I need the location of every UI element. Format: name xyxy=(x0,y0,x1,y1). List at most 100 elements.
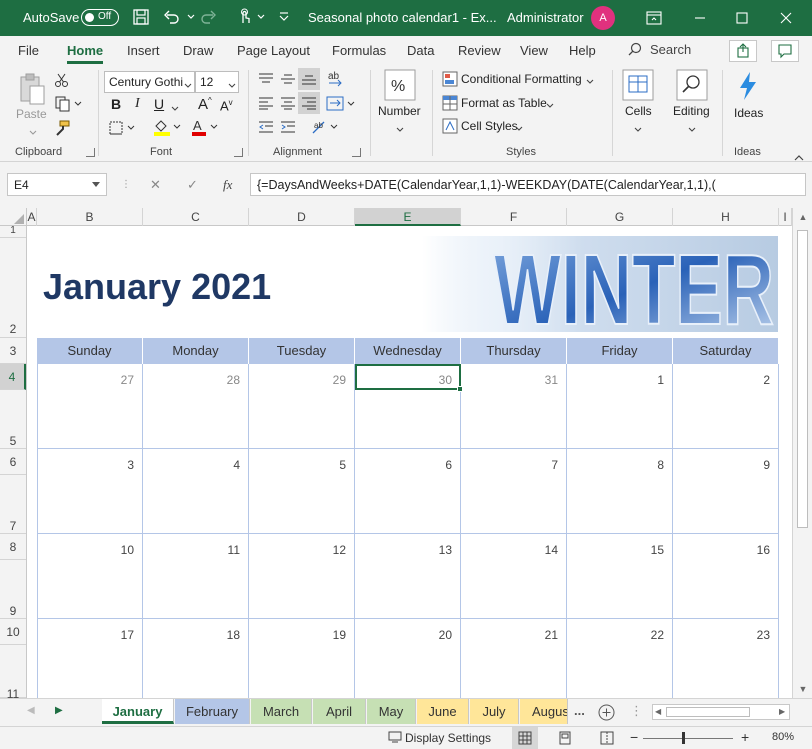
sheet-tab-august[interactable]: Augus xyxy=(520,699,568,724)
row-header[interactable]: 11 xyxy=(0,645,26,701)
autosave-toggle[interactable]: Off xyxy=(81,9,119,26)
calendar-day-cell[interactable]: 15 xyxy=(567,534,673,619)
column-header-g[interactable]: G xyxy=(567,208,673,226)
alignment-launcher-icon[interactable] xyxy=(352,148,361,157)
bottom-align-icon[interactable] xyxy=(298,68,320,90)
cell-styles-icon[interactable] xyxy=(442,118,458,137)
sheet-tab-april[interactable]: April xyxy=(313,699,366,724)
calendar-day-cell[interactable]: 17 xyxy=(37,619,143,698)
row-header[interactable]: 2 xyxy=(0,238,26,338)
close-icon[interactable] xyxy=(774,6,798,30)
row-header[interactable]: 4 xyxy=(0,364,26,390)
orientation-angle-icon[interactable]: ab xyxy=(310,118,340,139)
scroll-up-icon[interactable]: ▲ xyxy=(798,212,808,222)
avatar[interactable]: A xyxy=(591,6,615,30)
ideas-icon[interactable] xyxy=(734,70,762,105)
calendar-day-cell[interactable]: 4 xyxy=(143,449,249,534)
zoom-in-button[interactable]: + xyxy=(741,729,749,745)
calendar-day-cell[interactable]: 5 xyxy=(249,449,355,534)
display-settings-icon[interactable] xyxy=(388,730,402,747)
minimize-icon[interactable] xyxy=(688,6,712,30)
row-header[interactable]: 9 xyxy=(0,560,26,619)
bold-icon[interactable]: B xyxy=(111,96,121,112)
save-icon[interactable] xyxy=(132,8,152,28)
calendar-day-cell[interactable]: 2 xyxy=(673,364,779,449)
borders-icon[interactable] xyxy=(108,120,136,139)
calendar-day-cell[interactable]: 18 xyxy=(143,619,249,698)
customize-qat-icon[interactable] xyxy=(278,10,298,30)
page-layout-view-icon[interactable] xyxy=(558,731,572,748)
calendar-day-cell[interactable]: 14 xyxy=(461,534,567,619)
scrollbar-thumb[interactable] xyxy=(797,230,808,528)
decrease-font-icon[interactable]: Av xyxy=(220,98,233,113)
sheet-tab-may[interactable]: May xyxy=(367,699,416,724)
increase-indent-icon[interactable] xyxy=(280,120,296,137)
paste-button[interactable]: Paste xyxy=(16,107,47,121)
increase-font-icon[interactable]: A^ xyxy=(198,96,212,113)
orientation-icon[interactable]: ab xyxy=(326,70,346,91)
calendar-day-cell[interactable]: 7 xyxy=(461,449,567,534)
calendar-day-cell[interactable]: 8 xyxy=(567,449,673,534)
touch-dropdown-icon[interactable] xyxy=(256,10,276,30)
touch-mode-icon[interactable] xyxy=(236,8,256,28)
fill-handle[interactable] xyxy=(457,386,463,392)
italic-icon[interactable]: I xyxy=(135,96,140,112)
conditional-formatting-button[interactable]: Conditional Formatting xyxy=(461,72,582,86)
row-header[interactable]: 1 xyxy=(0,226,26,238)
column-header-c[interactable]: C xyxy=(143,208,249,226)
redo-icon[interactable] xyxy=(200,8,220,28)
tab-help[interactable]: Help xyxy=(569,43,596,58)
column-header-h[interactable]: H xyxy=(673,208,779,226)
row-header[interactable]: 3 xyxy=(0,338,26,364)
enter-icon[interactable]: ✓ xyxy=(187,177,198,193)
editing-icon[interactable] xyxy=(676,69,708,104)
collapse-ribbon-icon[interactable] xyxy=(794,150,804,161)
comments-button[interactable] xyxy=(771,40,799,62)
page-break-view-icon[interactable] xyxy=(600,731,614,748)
column-header-e[interactable]: E xyxy=(355,208,461,226)
wrap-text-icon[interactable] xyxy=(326,96,356,115)
editing-dropdown-icon[interactable] xyxy=(687,123,697,137)
calendar-day-cell[interactable]: 27 xyxy=(37,364,143,449)
cells-button[interactable]: Cells xyxy=(625,104,652,118)
tab-home[interactable]: Home xyxy=(67,43,104,64)
more-sheets-button[interactable]: ... xyxy=(574,703,585,718)
paste-icon[interactable] xyxy=(18,72,46,109)
tab-view[interactable]: View xyxy=(520,43,548,58)
cut-icon[interactable] xyxy=(54,72,70,91)
add-sheet-icon[interactable] xyxy=(598,704,615,724)
copy-icon[interactable] xyxy=(54,96,82,115)
tab-page-layout[interactable]: Page Layout xyxy=(237,43,310,58)
calendar-day-cell[interactable]: 16 xyxy=(673,534,779,619)
calendar-day-cell[interactable]: 20 xyxy=(355,619,461,698)
tab-draw[interactable]: Draw xyxy=(183,43,213,58)
zoom-slider-track[interactable] xyxy=(643,738,733,739)
column-header-i[interactable]: I xyxy=(779,208,792,226)
align-left-icon[interactable] xyxy=(258,96,274,113)
tab-data[interactable]: Data xyxy=(407,43,434,58)
undo-icon[interactable] xyxy=(162,8,182,28)
column-header-d[interactable]: D xyxy=(249,208,355,226)
cells-dropdown-icon[interactable] xyxy=(633,123,643,137)
zoom-slider-thumb[interactable] xyxy=(682,732,685,744)
horizontal-scrollbar[interactable]: ◀ ▶ xyxy=(652,704,790,720)
scrollbar-thumb[interactable] xyxy=(666,707,750,717)
calendar-day-cell[interactable]: 29 xyxy=(249,364,355,449)
search-box[interactable]: Search xyxy=(628,42,691,59)
ribbon-display-options-icon[interactable] xyxy=(642,6,666,30)
calendar-day-cell[interactable]: 9 xyxy=(673,449,779,534)
font-launcher-icon[interactable] xyxy=(234,148,243,157)
zoom-out-button[interactable]: − xyxy=(630,729,638,745)
maximize-icon[interactable] xyxy=(730,6,754,30)
scroll-down-icon[interactable]: ▼ xyxy=(798,684,808,694)
share-button[interactable] xyxy=(729,40,757,62)
sheet-tab-june[interactable]: June xyxy=(417,699,469,724)
divider-dots-icon[interactable]: ⋮ xyxy=(630,703,643,719)
row-header[interactable]: 6 xyxy=(0,449,26,475)
worksheet-grid[interactable]: January 2021 WINTER Sunday Monday Tuesda… xyxy=(27,226,792,698)
formula-input[interactable]: {=DaysAndWeeks+DATE(CalendarYear,1,1)-WE… xyxy=(250,173,806,196)
calendar-day-cell[interactable]: 11 xyxy=(143,534,249,619)
zoom-level[interactable]: 80% xyxy=(772,731,794,743)
sheet-tab-february[interactable]: February xyxy=(175,699,250,724)
percent-icon[interactable]: % xyxy=(384,69,416,104)
